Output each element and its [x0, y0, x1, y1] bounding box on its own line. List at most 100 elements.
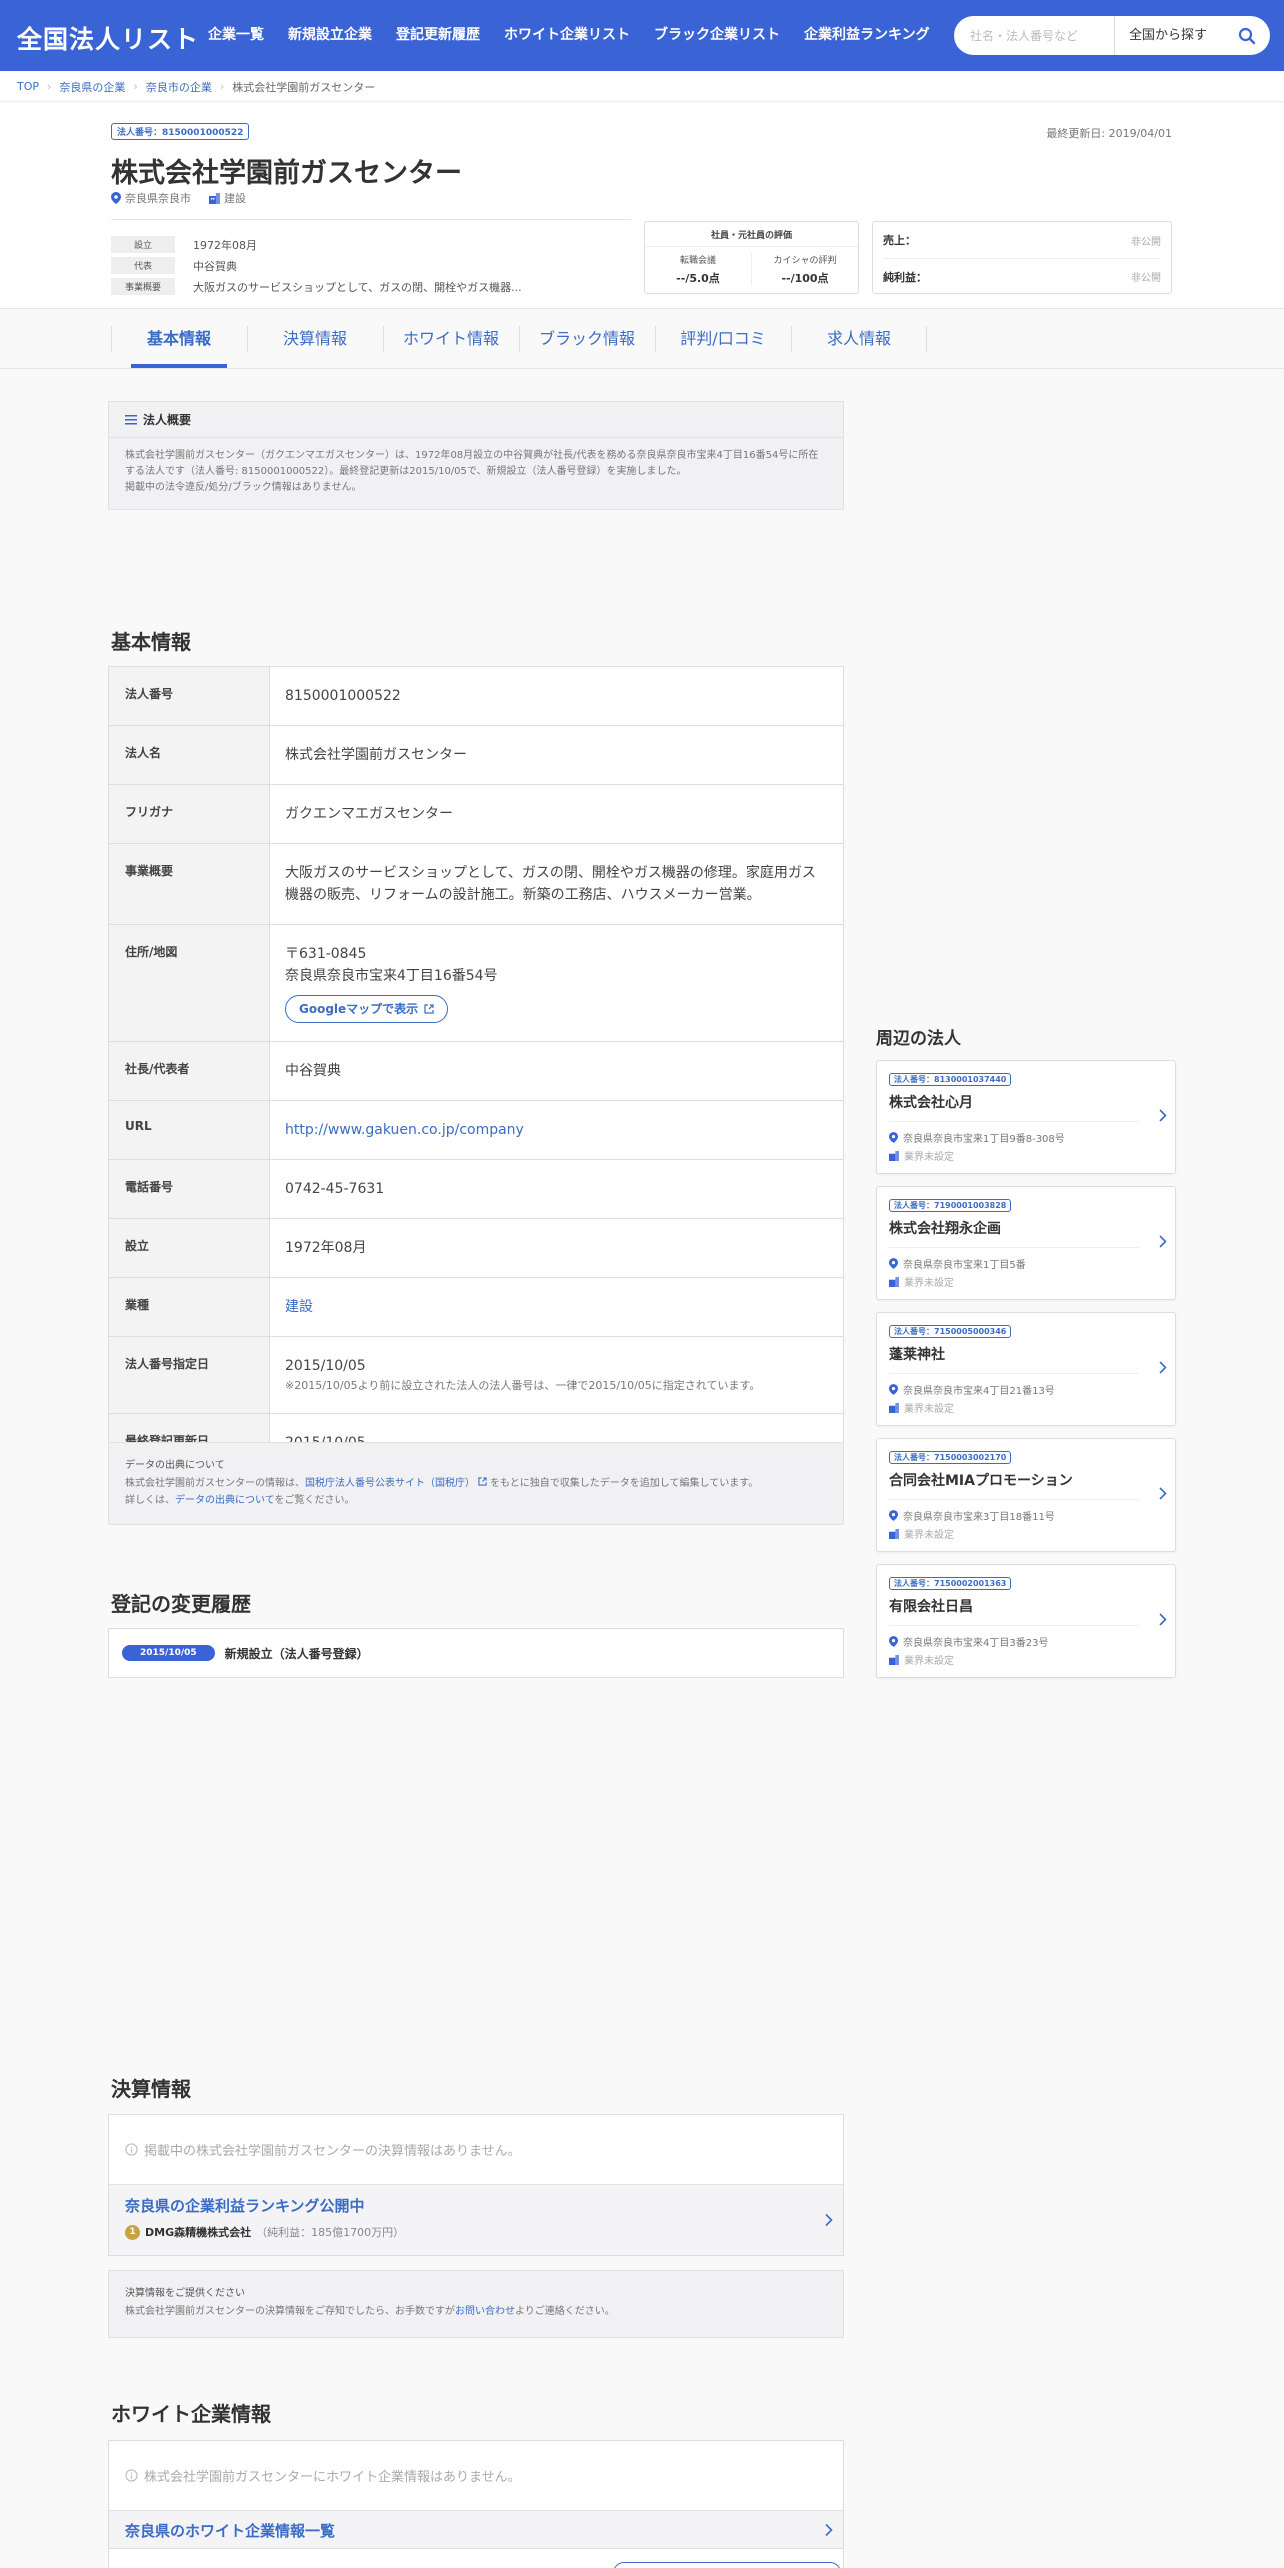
- finance-row: 売上： 非公開: [883, 222, 1161, 258]
- nearby-name: 有限会社日昌: [889, 1596, 1139, 1626]
- table-row: 設立 1972年08月: [109, 1218, 843, 1277]
- chevron-right-icon: [1159, 1613, 1167, 1626]
- tab-jobs[interactable]: 求人情報: [791, 310, 927, 368]
- tab-reviews[interactable]: 評判/口コミ: [655, 310, 791, 368]
- tab-black-info[interactable]: ブラック情報: [519, 310, 655, 368]
- data-source-note: データの出典について 株式会社学園前ガスセンターの情報は、国税庁法人番号公表サイ…: [108, 1442, 844, 1525]
- table-row: 法人番号 8150001000522: [109, 667, 843, 725]
- row-label: 事業概要: [109, 844, 270, 924]
- nta-link[interactable]: 国税庁法人番号公表サイト（国税庁）: [305, 1478, 475, 1489]
- request-title: 決算情報をご提供ください: [125, 2288, 245, 2299]
- row-label: 電話番号: [109, 1160, 270, 1218]
- nearby-industry-text: 業界未設定: [904, 1656, 954, 1667]
- evaluation-item[interactable]: カイシャの評判 --/100点: [751, 253, 858, 286]
- breadcrumb: TOP › 奈良県の企業 › 奈良市の企業 › 株式会社学園前ガスセンター: [0, 72, 1284, 102]
- tab-label: 評判/口コミ: [680, 329, 766, 348]
- breadcrumb-city[interactable]: 奈良市の企業: [146, 79, 212, 95]
- industry-link[interactable]: 建設: [285, 1299, 313, 1315]
- nearby-company-card[interactable]: 法人番号：7190001003828 株式会社翔永企画 奈良県奈良市宝来1丁目5…: [876, 1186, 1176, 1300]
- nearby-industry: 業界未設定: [889, 1526, 1163, 1541]
- rank-company-name: DMG森精機株式会社: [145, 2226, 252, 2239]
- nearby-name: 株式会社翔永企画: [889, 1218, 1139, 1248]
- evaluation-item[interactable]: 転職会議 --/5.0点: [645, 253, 751, 286]
- source-text: をご覧ください。: [274, 1495, 355, 1506]
- company-url-link[interactable]: http://www.gakuen.co.jp/company: [285, 1122, 524, 1138]
- evaluation-title: 社員・元社員の評価: [645, 222, 858, 247]
- overview-text: 株式会社学園前ガスセンター（ガクエンマエガスセンター）は、1972年08月設立の…: [125, 450, 819, 477]
- map-button-label: Googleマップで表示: [299, 1002, 419, 1016]
- white-empty-text: 株式会社学園前ガスセンターにホワイト企業情報はありません。: [144, 2470, 521, 2485]
- pin-icon: [889, 1258, 898, 1269]
- overview-body: 株式会社学園前ガスセンター（ガクエンマエガスセンター）は、1972年08月設立の…: [109, 438, 843, 506]
- chevron-right-icon: [1159, 1361, 1167, 1374]
- nearby-company-card[interactable]: 法人番号：7150003002170 合同会社MIAプロモーション 奈良県奈良市…: [876, 1438, 1176, 1552]
- google-map-button[interactable]: Googleマップで表示: [285, 995, 449, 1023]
- overview-text-2: 掲載中の法令違反/処分/ブラック情報はありません。: [125, 482, 362, 493]
- nav-black-list[interactable]: ブラック企業リスト: [654, 24, 780, 44]
- location: 奈良県奈良市: [111, 190, 191, 206]
- table-row: 住所/地図 〒631-0845 奈良県奈良市宝来4丁目16番54号 Google…: [109, 924, 843, 1041]
- corporate-number-badge: 法人番号：8150001000522: [111, 123, 250, 140]
- rank-profit: （純利益：185億1700万円）: [256, 2226, 405, 2239]
- nearby-company-card[interactable]: 法人番号：7150002001363 有限会社日昌 奈良県奈良市宝来4丁目3番2…: [876, 1564, 1176, 1678]
- white-list-link[interactable]: 奈良県のホワイト企業情報一覧: [109, 2511, 843, 2549]
- industry-text[interactable]: 建設: [224, 190, 246, 206]
- building-icon: [889, 1276, 899, 1287]
- location-text[interactable]: 奈良県奈良市: [125, 190, 191, 206]
- pin-icon: [889, 1384, 898, 1395]
- nearby-industry: 業界未設定: [889, 1148, 1163, 1163]
- evaluation-value: --/100点: [781, 272, 829, 285]
- nearby-industry: 業界未設定: [889, 1400, 1163, 1415]
- row-label: 住所/地図: [109, 925, 270, 1041]
- nav-registry-history[interactable]: 登記更新履歴: [396, 24, 480, 44]
- ranking-top-item: 1 DMG森精機株式会社 （純利益：185億1700万円）: [125, 2224, 827, 2240]
- breadcrumb-prefecture[interactable]: 奈良県の企業: [59, 79, 125, 95]
- section-title-history: 登記の変更履歴: [111, 1592, 251, 1616]
- nearby-industry: 業界未設定: [889, 1652, 1163, 1667]
- nearby-company-card[interactable]: 法人番号：7150005000346 蓬莱神社 奈良県奈良市宝来4丁目21番13…: [876, 1312, 1176, 1426]
- search-icon[interactable]: [1232, 21, 1262, 51]
- pin-icon: [889, 1636, 898, 1647]
- search-box: 全国から探す: [954, 16, 1270, 55]
- nearby-badge: 法人番号：7190001003828: [889, 1199, 1012, 1212]
- more-button[interactable]: [613, 2562, 841, 2568]
- search-input[interactable]: [954, 16, 1114, 55]
- finance-value: 非公開: [1131, 273, 1161, 284]
- nav-profit-ranking[interactable]: 企業利益ランキング: [804, 24, 930, 44]
- nearby-company-card[interactable]: 法人番号：8130001037440 株式会社心月 奈良県奈良市宝来1丁目9番8…: [876, 1060, 1176, 1174]
- row-label: 法人番号: [109, 667, 270, 725]
- assign-date: 2015/10/05: [285, 1358, 366, 1374]
- contact-link[interactable]: お問い合わせ: [455, 2306, 515, 2317]
- nav-company-list[interactable]: 企業一覧: [208, 24, 264, 44]
- pin-icon: [889, 1510, 898, 1521]
- fact-row: 代表 中谷賀典: [111, 255, 631, 276]
- financial-summary: 売上： 非公開 純利益： 非公開: [872, 221, 1172, 294]
- region-select[interactable]: 全国から探す: [1114, 16, 1232, 55]
- page-title: 株式会社学園前ガスセンター: [111, 158, 462, 189]
- profit-ranking-link[interactable]: 奈良県の企業利益ランキング公開中 1 DMG森精機株式会社 （純利益：185億1…: [109, 2185, 843, 2255]
- finance-row: 純利益： 非公開: [883, 258, 1161, 294]
- building-icon: [889, 1150, 899, 1161]
- section-title-financial: 決算情報: [111, 2077, 191, 2101]
- building-icon: [889, 1654, 899, 1665]
- finance-label: 純利益：: [883, 270, 927, 284]
- basic-info-table: 法人番号 8150001000522 法人名 株式会社学園前ガスセンター フリガナガ…: [108, 666, 844, 1473]
- company-kana: ガクエンマエガスセンター: [285, 806, 453, 822]
- tab-white-info[interactable]: ホワイト情報: [383, 310, 519, 368]
- section-title-white: ホワイト企業情報: [111, 2402, 271, 2426]
- nearby-address-text: 奈良県奈良市宝来4丁目3番23号: [903, 1638, 1049, 1649]
- info-icon: [125, 2469, 138, 2482]
- white-card: 株式会社学園前ガスセンターにホワイト企業情報はありません。 奈良県のホワイト企業…: [108, 2440, 844, 2568]
- tab-divider: [0, 368, 1284, 369]
- fact-row: 設立 1972年08月: [111, 234, 631, 255]
- source-about-link[interactable]: データの出典について: [175, 1495, 275, 1506]
- nav-white-list[interactable]: ホワイト企業リスト: [504, 24, 630, 44]
- tab-label: 決算情報: [282, 329, 347, 348]
- nearby-industry-text: 業界未設定: [904, 1530, 954, 1541]
- site-logo[interactable]: 全国法人リスト: [17, 20, 199, 56]
- tab-financial-info[interactable]: 決算情報: [247, 310, 383, 368]
- tab-basic-info[interactable]: 基本情報: [111, 310, 247, 368]
- table-row: 業種 建設: [109, 1277, 843, 1336]
- breadcrumb-top[interactable]: TOP: [17, 80, 39, 93]
- nav-new-companies[interactable]: 新規設立企業: [288, 24, 372, 44]
